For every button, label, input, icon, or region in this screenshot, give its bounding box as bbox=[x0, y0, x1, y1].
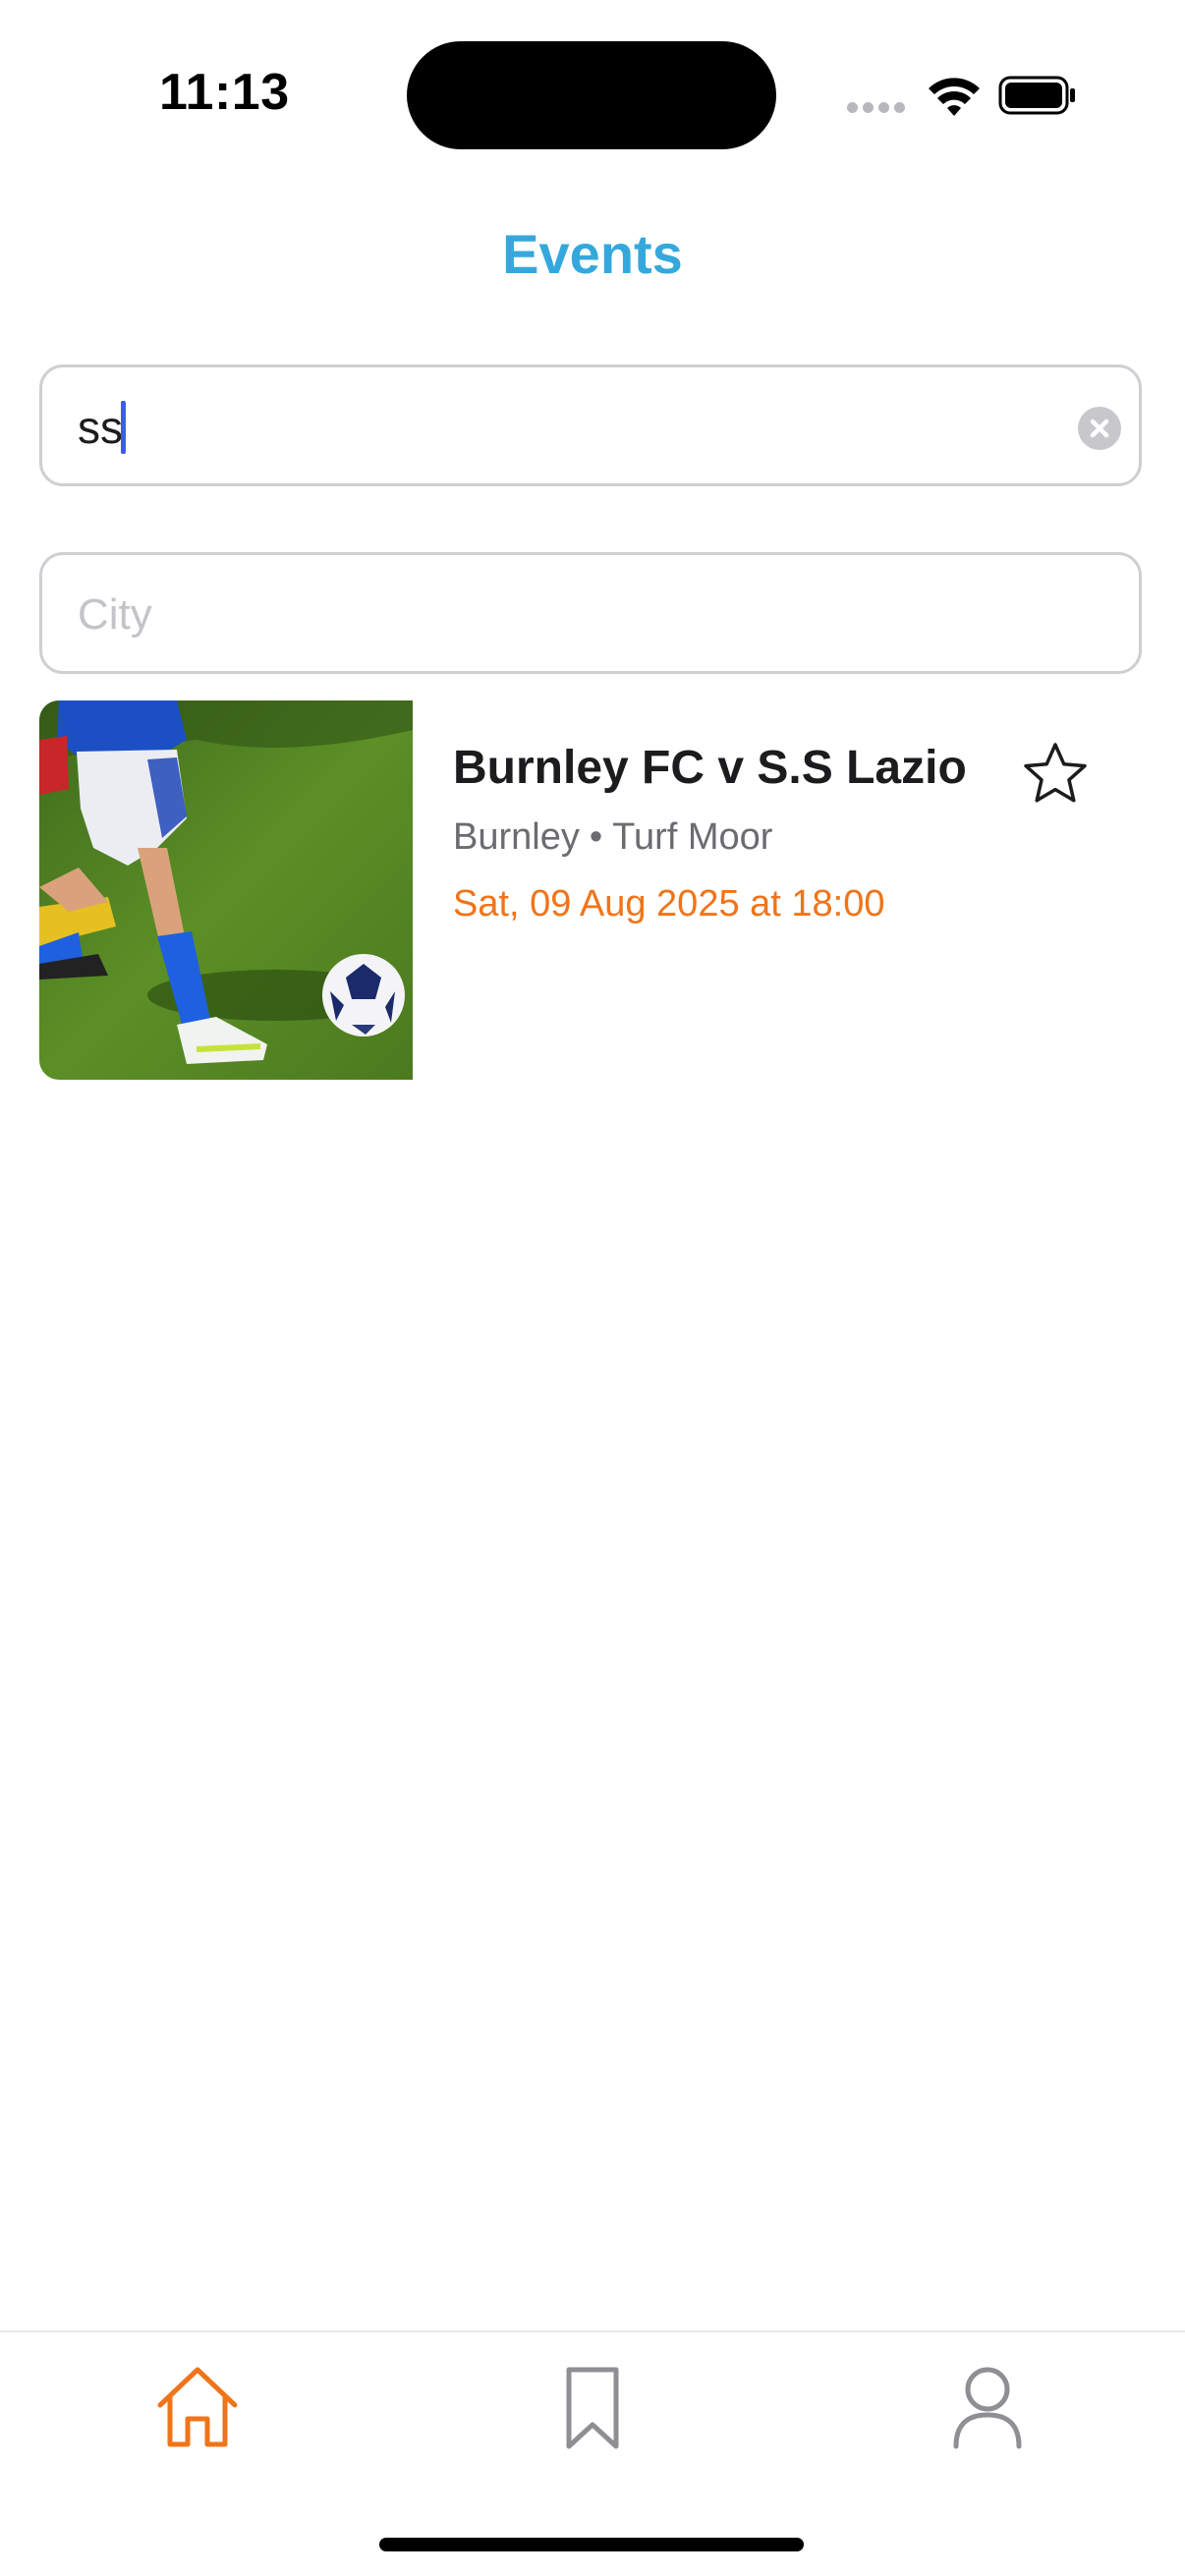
bookmark-icon bbox=[566, 2367, 619, 2449]
page-title: Events bbox=[502, 223, 683, 285]
football-player-image bbox=[39, 700, 413, 1080]
city-input[interactable]: City bbox=[39, 552, 1142, 674]
tab-saved[interactable] bbox=[545, 2360, 640, 2454]
star-outline-icon bbox=[1024, 743, 1087, 803]
clear-button[interactable] bbox=[1078, 407, 1121, 450]
clear-circle-icon bbox=[1090, 419, 1109, 438]
city-input-placeholder: City bbox=[78, 590, 152, 639]
person-icon bbox=[953, 2367, 1022, 2449]
event-thumbnail[interactable] bbox=[39, 700, 413, 1080]
home-icon bbox=[157, 2367, 238, 2447]
event-location: Burnley • Turf Moor bbox=[453, 816, 772, 859]
search-input-value: ss bbox=[78, 402, 123, 453]
text-caret bbox=[121, 401, 126, 454]
home-indicator[interactable] bbox=[379, 2538, 804, 2551]
wifi-icon bbox=[929, 78, 980, 116]
tab-bar-divider bbox=[0, 2330, 1185, 2332]
tab-home[interactable] bbox=[150, 2360, 245, 2454]
event-city: Burnley bbox=[453, 816, 580, 858]
status-time: 11:13 bbox=[159, 64, 290, 121]
dynamic-island bbox=[407, 41, 776, 149]
tab-profile[interactable] bbox=[940, 2360, 1035, 2454]
event-title[interactable]: Burnley FC v S.S Lazio bbox=[453, 741, 967, 795]
battery-icon bbox=[998, 76, 1075, 115]
separator-dot: • bbox=[589, 816, 603, 858]
event-venue: Turf Moor bbox=[612, 816, 773, 858]
cellular-signal-icon bbox=[847, 102, 908, 116]
event-date: Sat, 09 Aug 2025 at 18:00 bbox=[453, 883, 885, 924]
search-input[interactable]: ss bbox=[39, 364, 1142, 486]
favorite-button[interactable] bbox=[1020, 739, 1091, 810]
